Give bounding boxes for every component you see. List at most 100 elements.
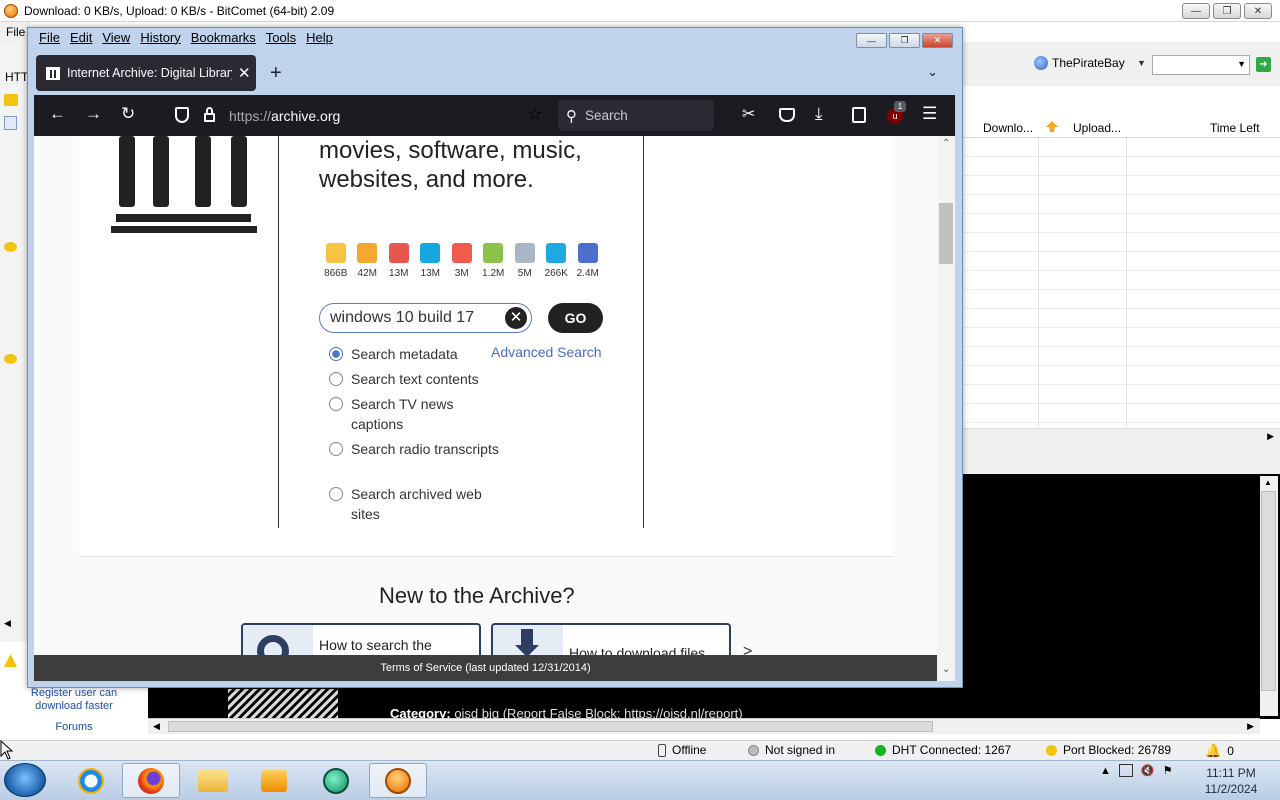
radio-unselected-icon[interactable] [329,372,343,386]
task-list[interactable] [962,138,1280,428]
list-all-tabs-chevron-icon[interactable]: ⌄ [927,64,938,80]
archive-search-input[interactable]: windows 10 build 17 [319,303,532,333]
status-alerts[interactable]: 🔔 0 [1205,743,1234,759]
register-link[interactable]: Register user can download faster [0,687,148,713]
log-hscroll-thumb[interactable] [168,721,933,732]
search-option-radio[interactable]: Search text contents [324,369,501,389]
radio-unselected-icon[interactable] [329,397,343,411]
column-download[interactable]: Downlo... [983,121,1033,135]
menu-help[interactable]: Help [301,28,338,47]
media-type-concerts[interactable]: 266K [541,243,573,279]
scroll-right-icon[interactable]: ▶ [1247,721,1254,732]
action-center-flag-icon[interactable]: ⚑ [1163,764,1173,777]
bitcomet-maximize-button[interactable]: ❐ [1213,3,1241,19]
menu-history[interactable]: History [135,28,185,47]
menu-file[interactable]: File [34,28,65,47]
extensions-icon[interactable] [852,107,866,123]
menu-tools[interactable]: Tools [261,28,301,47]
search-option-radio[interactable]: Search archived web sites [324,484,501,524]
menu-bookmarks[interactable]: Bookmarks [186,28,261,47]
chevron-down-icon[interactable]: ▼ [1137,58,1146,68]
firefox-close-button[interactable]: ✕ [922,33,953,48]
go-button[interactable]: GO [548,303,603,333]
tag-icon[interactable] [4,242,17,252]
media-type-web[interactable]: 866B [320,243,352,279]
downloads-icon[interactable]: ⤓ [815,104,823,124]
search-option-radio[interactable]: Search metadata [324,344,501,364]
media-type-images[interactable]: 5M [509,243,541,279]
taskbar-clock[interactable]: 11:11 PM 11/2/2024 [1196,765,1266,797]
hamburger-menu-icon[interactable]: ☰ [922,104,937,124]
status-port[interactable]: Port Blocked: 26789 [1046,743,1171,757]
tab-internet-archive[interactable]: Internet Archive: Digital Library ✕ [36,55,256,91]
forums-link[interactable]: Forums [0,721,148,733]
search-option-radio[interactable]: Search radio transcripts [324,439,501,459]
pocket-icon[interactable] [779,108,795,122]
taskbar-firefox[interactable] [122,763,180,798]
log-vscrollbar[interactable]: ▲ [1260,476,1278,716]
terms-of-service-bar[interactable]: Terms of Service (last updated 12/31/201… [34,655,937,681]
task-list-hscrollbar[interactable]: ▶ [962,428,1280,444]
torrent-source-selector[interactable]: ThePirateBay [1034,56,1125,70]
scroll-up-icon[interactable]: ⌃ [942,138,950,149]
taskbar-explorer[interactable] [184,763,242,798]
advanced-search-link[interactable]: Advanced Search [491,344,602,360]
media-type-texts[interactable]: 42M [352,243,384,279]
page-vscrollbar[interactable]: ⌃ ⌄ [937,136,955,681]
chevron-down-icon[interactable]: ▼ [1237,59,1246,69]
media-type-video[interactable]: 13M [383,243,415,279]
reload-icon[interactable]: ↻ [121,104,135,124]
firefox-search-box[interactable]: ⚲ Search [558,100,714,131]
page-icon[interactable] [4,116,17,130]
scroll-right-icon[interactable]: ▶ [1267,431,1274,442]
media-type-audio[interactable]: 13M [415,243,447,279]
taskbar-app-teal[interactable] [307,763,365,798]
torrent-search-combo[interactable]: ▼ [1152,55,1250,75]
taskbar-bitcomet[interactable] [369,763,427,798]
taskbar-media-player[interactable] [245,763,303,798]
column-upload[interactable]: Upload... [1073,121,1121,135]
back-arrow-icon[interactable]: ← [49,104,66,124]
scroll-up-icon[interactable]: ▲ [1264,478,1272,487]
scroll-down-icon[interactable]: ⌄ [942,664,950,675]
volume-muted-icon[interactable]: 🔇 [1141,764,1155,777]
radio-unselected-icon[interactable] [329,487,343,501]
bitcomet-close-button[interactable]: ✕ [1244,3,1272,19]
menu-view[interactable]: View [97,28,135,47]
scroll-left-icon[interactable]: ◀ [4,618,11,629]
bookmark-star-icon[interactable]: ☆ [527,104,543,125]
taskbar-internet-explorer[interactable] [62,763,120,798]
torrent-search-go-button[interactable]: ➜ [1256,57,1271,72]
tag-icon[interactable] [4,354,17,364]
firefox-minimize-button[interactable]: — [856,33,887,48]
radio-selected-icon[interactable] [329,347,343,361]
media-type-collections[interactable]: 2.4M [572,243,604,279]
media-type-software[interactable]: 1.2M [478,243,510,279]
forward-arrow-icon[interactable]: → [85,104,102,124]
start-button[interactable] [4,763,46,797]
bitcomet-minimize-button[interactable]: — [1182,3,1210,19]
log-hscrollbar[interactable]: ◀ ▶ [148,718,1260,734]
new-tab-button[interactable]: + [270,62,282,85]
favorites-icon[interactable] [4,94,18,106]
log-vscroll-thumb[interactable] [1261,491,1276,691]
media-type-tv[interactable]: 3M [446,243,478,279]
column-time-left[interactable]: Time Left [1210,121,1260,135]
scroll-left-icon[interactable]: ◀ [153,721,160,732]
screenshot-icon[interactable]: ✂ [742,104,755,124]
tray-expand-icon[interactable]: ▲ [1100,765,1111,777]
page-vscroll-thumb[interactable] [939,203,953,264]
internet-archive-logo-icon[interactable] [111,136,257,234]
tracking-protection-shield-icon[interactable] [175,107,189,123]
bitcomet-menu-file[interactable]: File [6,25,25,39]
clear-search-icon[interactable]: ✕ [505,307,527,329]
url-text[interactable]: https://archive.org [229,108,340,124]
search-option-radio[interactable]: Search TV news captions [324,394,501,434]
firefox-restore-button[interactable]: ❐ [889,33,920,48]
status-account[interactable]: Not signed in [748,743,835,757]
menu-edit[interactable]: Edit [65,28,97,47]
close-tab-icon[interactable]: ✕ [238,64,251,82]
network-icon[interactable] [1118,764,1133,777]
radio-unselected-icon[interactable] [329,442,343,456]
url-bar[interactable]: https://archive.org ☆ [167,100,547,131]
